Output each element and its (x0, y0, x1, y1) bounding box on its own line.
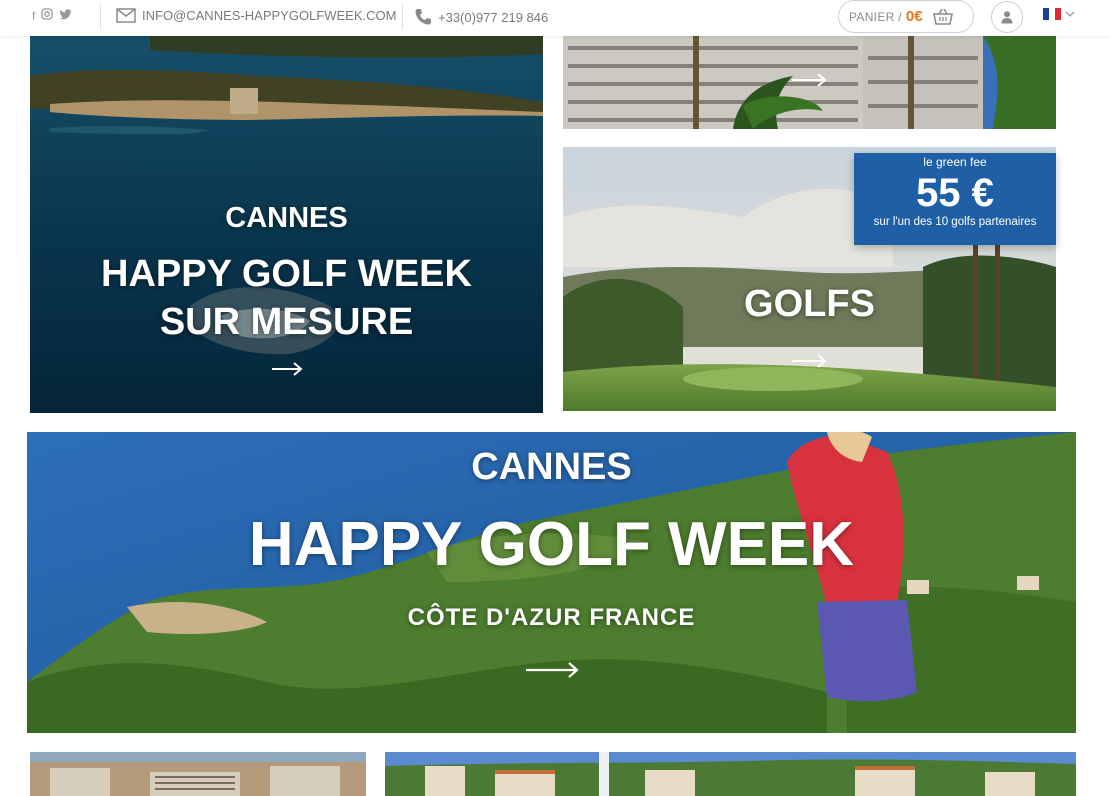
envelope-icon (116, 8, 136, 23)
tile-hotel[interactable] (563, 36, 1056, 129)
phone-contact[interactable]: +33(0)977 219 846 (414, 8, 548, 26)
divider (402, 4, 403, 30)
divider (100, 4, 101, 30)
promo-label: le green fee (923, 155, 987, 169)
account-button[interactable] (991, 1, 1023, 33)
language-selector[interactable] (1043, 8, 1075, 20)
cart-label: PANIER / (849, 9, 902, 24)
arrow-right-icon[interactable] (525, 662, 579, 678)
cart-button[interactable]: PANIER / 0€ (838, 0, 974, 33)
hero-title: HAPPY GOLF WEEK (248, 510, 855, 579)
hero-kicker: CANNES (471, 446, 632, 488)
green-fee-promo-badge[interactable]: le green fee 55 € sur l'un des 10 golfs … (854, 153, 1056, 245)
promo-price: 55 € (916, 171, 994, 215)
arrow-right-icon[interactable] (271, 362, 303, 376)
hero-subtitle: CÔTE D'AZUR FRANCE (407, 604, 696, 631)
email-contact[interactable]: INFO@CANNES-HAPPYGOLFWEEK.COM (116, 8, 396, 23)
twitter-icon[interactable] (59, 8, 72, 23)
tile-happy-golf-week-sur-mesure[interactable]: CANNES HAPPY GOLF WEEK SUR MESURE (30, 36, 543, 413)
tile-title: GOLFS (744, 283, 875, 325)
tile-title-line2: SUR MESURE (159, 301, 414, 343)
city-buildings-photo (30, 752, 366, 796)
arrow-right-icon[interactable] (791, 354, 827, 368)
village-photo (385, 752, 1076, 796)
email-link[interactable]: INFO@CANNES-HAPPYGOLFWEEK.COM (142, 8, 396, 23)
chevron-down-icon (1065, 11, 1075, 17)
instagram-icon[interactable] (41, 8, 53, 23)
tile-title-line1: HAPPY GOLF WEEK (101, 253, 472, 295)
user-icon (1001, 11, 1013, 24)
arrow-right-icon[interactable] (791, 73, 827, 87)
social-links: f (32, 8, 72, 23)
tile-bottom-right[interactable] (385, 752, 1076, 796)
cart-amount: 0€ (905, 8, 923, 25)
phone-icon (415, 9, 431, 25)
tile-kicker: CANNES (225, 202, 348, 234)
france-flag-icon (1043, 8, 1061, 20)
hero-banner[interactable]: CANNES HAPPY GOLF WEEK CÔTE D'AZUR FRANC… (27, 432, 1076, 733)
promo-caption: sur l'un des 10 golfs partenaires (873, 216, 1037, 228)
basket-icon (932, 8, 953, 25)
facebook-icon[interactable]: f (32, 9, 35, 23)
top-bar: f INFO@CANNES-HAPPYGOLFWEEK.COM +33(0)97… (0, 0, 1110, 36)
tile-bottom-left[interactable] (30, 752, 366, 796)
phone-number[interactable]: +33(0)977 219 846 (438, 10, 548, 25)
